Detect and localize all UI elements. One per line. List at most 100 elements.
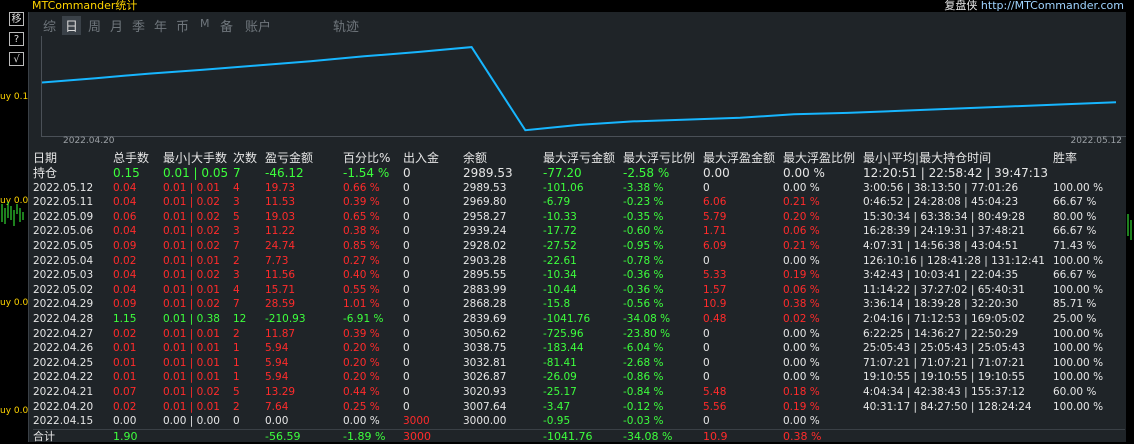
- table-cell: 0.20 %: [783, 210, 820, 223]
- table-cell: 0: [703, 415, 710, 428]
- table-row[interactable]: 2022.05.02 0.04 0.01 | 0.01 4 15.71 0.55 % 0 28…: [33, 283, 1125, 298]
- table-row[interactable]: 2022.05.11 0.04 0.01 | 0.02 3 11.53 0.39 % 0 29…: [33, 195, 1125, 210]
- table-cell: -0.23 %: [623, 196, 664, 209]
- table-row[interactable]: 2022.04.20 0.02 0.01 | 0.01 2 7.64 0.25 % 0 300…: [33, 400, 1125, 415]
- table-cell: 66.67 %: [1053, 225, 1097, 238]
- table-cell: -0.56 %: [623, 298, 664, 311]
- table-cell: 0.44 %: [343, 385, 380, 398]
- table-cell: 7: [233, 166, 241, 180]
- table-row[interactable]: 2022.05.06 0.04 0.01 | 0.02 3 11.22 0.38 % 0 29…: [33, 224, 1125, 239]
- column-header: 总手数: [113, 151, 150, 165]
- table-cell: -0.95: [543, 415, 571, 428]
- tab-symbol[interactable]: 币: [176, 16, 189, 35]
- table-cell: 0.27 %: [343, 254, 380, 267]
- table-cell: 0.48: [703, 312, 727, 325]
- table-cell: 2969.80: [463, 196, 507, 209]
- table-row[interactable]: 2022.05.03 0.04 0.01 | 0.02 3 11.56 0.40 % 0 28…: [33, 268, 1125, 283]
- table-cell: 80.00 %: [1053, 210, 1097, 223]
- table-cell: 2895.55: [463, 269, 507, 282]
- table-cell: 0.19 %: [783, 400, 820, 413]
- tab-year[interactable]: 年: [154, 16, 167, 35]
- table-row[interactable]: 2022.05.09 0.06 0.01 | 0.02 5 19.03 0.65 % 0 29…: [33, 210, 1125, 225]
- table-cell: 0.20 %: [343, 342, 380, 355]
- tab-day[interactable]: 日: [62, 16, 82, 35]
- tab-month[interactable]: 月: [110, 16, 123, 35]
- table-row[interactable]: 2022.04.26 0.01 0.01 | 0.01 1 5.94 0.20 % 0 303…: [33, 341, 1125, 356]
- table-cell: -1.54 %: [343, 166, 390, 180]
- table-row[interactable]: 2022.04.27 0.02 0.01 | 0.01 2 11.87 0.39 % 0 30…: [33, 327, 1125, 342]
- confirm-button[interactable]: √: [9, 52, 24, 66]
- tab-week[interactable]: 周: [88, 16, 101, 35]
- table-cell: -26.09: [543, 371, 577, 384]
- table-row[interactable]: 2022.04.28 1.15 0.01 | 0.38 12 -210.93 -6.91 …: [33, 312, 1125, 327]
- table-cell: 71.43 %: [1053, 239, 1097, 252]
- table-cell: 0: [403, 239, 410, 252]
- table-cell: -3.38 %: [623, 181, 664, 194]
- table-cell: 0.01 | 0.38: [163, 312, 220, 325]
- table-cell: -15.8: [543, 298, 571, 311]
- tab-overview[interactable]: 综: [43, 16, 56, 35]
- table-cell: 7: [233, 298, 240, 311]
- column-header: 余额: [463, 151, 488, 165]
- tab-quarter[interactable]: 季: [132, 16, 145, 35]
- table-row[interactable]: 2022.04.29 0.09 0.01 | 0.02 7 28.59 1.01 % 0 28…: [33, 297, 1125, 312]
- table-cell: 4: [233, 181, 240, 194]
- table-cell: 0.02: [113, 400, 137, 413]
- table-cell: 0.19 %: [783, 269, 820, 282]
- table-cell: 0.01 | 0.01: [163, 400, 220, 413]
- table-cell: 5.94: [265, 342, 289, 355]
- table-cell: 0: [703, 181, 710, 194]
- tab-account[interactable]: 账户: [245, 16, 271, 35]
- equity-line: [42, 46, 1117, 132]
- table-row[interactable]: 2022.05.04 0.02 0.01 | 0.01 2 7.73 0.27 % 0 290…: [33, 254, 1125, 269]
- table-cell: -0.36 %: [623, 283, 664, 296]
- column-header: 最大浮亏比例: [623, 151, 696, 165]
- table-cell: 0.00 | 0.00: [163, 415, 220, 428]
- table-cell: 0.01 | 0.01: [163, 254, 220, 267]
- brand-url[interactable]: http://MTCommander.com: [981, 0, 1124, 12]
- table-header: 日期 总手数 最小|大手数 次数 盈亏金额 百分比% 出入金 余额 最大浮亏金额 最大浮亏比例 最大…: [33, 150, 1125, 166]
- column-header: 出入金: [403, 151, 440, 165]
- table-cell: 0.65 %: [343, 210, 380, 223]
- table-cell: 0.01 | 0.02: [163, 239, 220, 252]
- table-cell: 5: [233, 385, 240, 398]
- table-cell: 11.53: [265, 196, 296, 209]
- table-cell: 24.74: [265, 239, 296, 252]
- table-row[interactable]: 2022.04.25 0.01 0.01 | 0.01 1 5.94 0.20 % 0 303…: [33, 356, 1125, 371]
- table-cell: -46.12: [265, 166, 304, 180]
- table-cell: 2903.28: [463, 254, 507, 267]
- table-cell: 2868.28: [463, 298, 507, 311]
- table-row[interactable]: 2022.05.05 0.09 0.01 | 0.02 7 24.74 0.85 % 0 29…: [33, 239, 1125, 254]
- tab-track[interactable]: 轨迹: [333, 16, 359, 35]
- table-cell: 2022.05.02: [33, 283, 94, 296]
- table-cell: 0.39 %: [343, 327, 380, 340]
- tab-m[interactable]: M: [200, 17, 210, 30]
- side-toolbar: 移 ? √: [9, 12, 25, 72]
- table-cell: 5: [233, 210, 240, 223]
- table-cell: 0.01 | 0.01: [163, 181, 220, 194]
- table-cell: 2022.04.25: [33, 356, 94, 369]
- table-row[interactable]: 2022.04.22 0.01 0.01 | 0.01 1 5.94 0.20 % 0 302…: [33, 370, 1125, 385]
- table-cell: 3007.64: [463, 400, 507, 413]
- help-button[interactable]: ?: [9, 32, 24, 46]
- table-cell: 0.00 %: [783, 181, 820, 194]
- brand-name: 复盘侠: [944, 0, 978, 12]
- table-row[interactable]: 2022.05.12 0.04 0.01 | 0.01 4 19.73 0.66 % 0 29…: [33, 181, 1125, 196]
- table-cell: -183.44: [543, 342, 584, 355]
- table-row[interactable]: 2022.04.21 0.07 0.01 | 0.02 5 13.29 0.44 % 0 30…: [33, 385, 1125, 400]
- table-cell: 3032.81: [463, 356, 507, 369]
- holding-row[interactable]: 持仓 0.15 0.01 | 0.05 7 -46.12 -1.54 % 0 2989.53 -…: [33, 166, 1125, 181]
- table-cell: 2928.02: [463, 239, 507, 252]
- background-candles-right: [1127, 214, 1132, 240]
- table-cell: 11.22: [265, 225, 296, 238]
- tab-note[interactable]: 备: [220, 16, 233, 35]
- table-cell: 1.71: [703, 225, 727, 238]
- table-cell: 0.09: [113, 239, 137, 252]
- table-cell: 60.00 %: [1053, 385, 1097, 398]
- table-cell: 0.39 %: [343, 196, 380, 209]
- table-cell: -6.04 %: [623, 342, 664, 355]
- table-row[interactable]: 2022.04.15 0.00 0.00 | 0.00 0 0.00 0.00 % 3000…: [33, 414, 1125, 429]
- chart-date-end: 2022.05.12: [1070, 136, 1122, 146]
- move-button[interactable]: 移: [9, 12, 24, 26]
- table-cell: 5.33: [703, 269, 727, 282]
